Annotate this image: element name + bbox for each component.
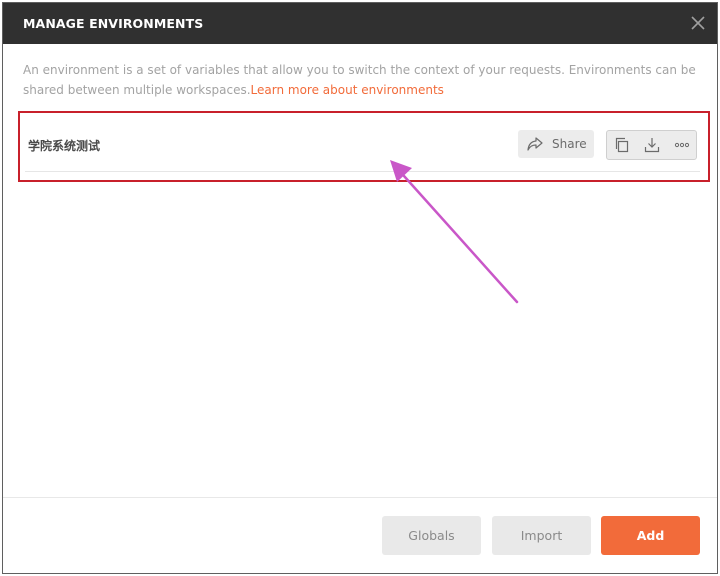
manage-environments-modal: MANAGE ENVIRONMENTS An environment is a … [2,2,718,574]
close-button[interactable] [687,12,709,34]
learn-more-link[interactable]: Learn more about environments [251,83,444,97]
import-button[interactable]: Import [492,516,591,555]
add-button[interactable]: Add [601,516,700,555]
highlight-box [18,111,710,182]
close-icon [691,16,705,30]
modal-description: An environment is a set of variables tha… [23,60,703,100]
modal-footer: Globals Import Add [3,497,717,573]
modal-header: MANAGE ENVIRONMENTS [3,3,717,44]
modal-title: MANAGE ENVIRONMENTS [23,16,204,31]
globals-button[interactable]: Globals [382,516,481,555]
